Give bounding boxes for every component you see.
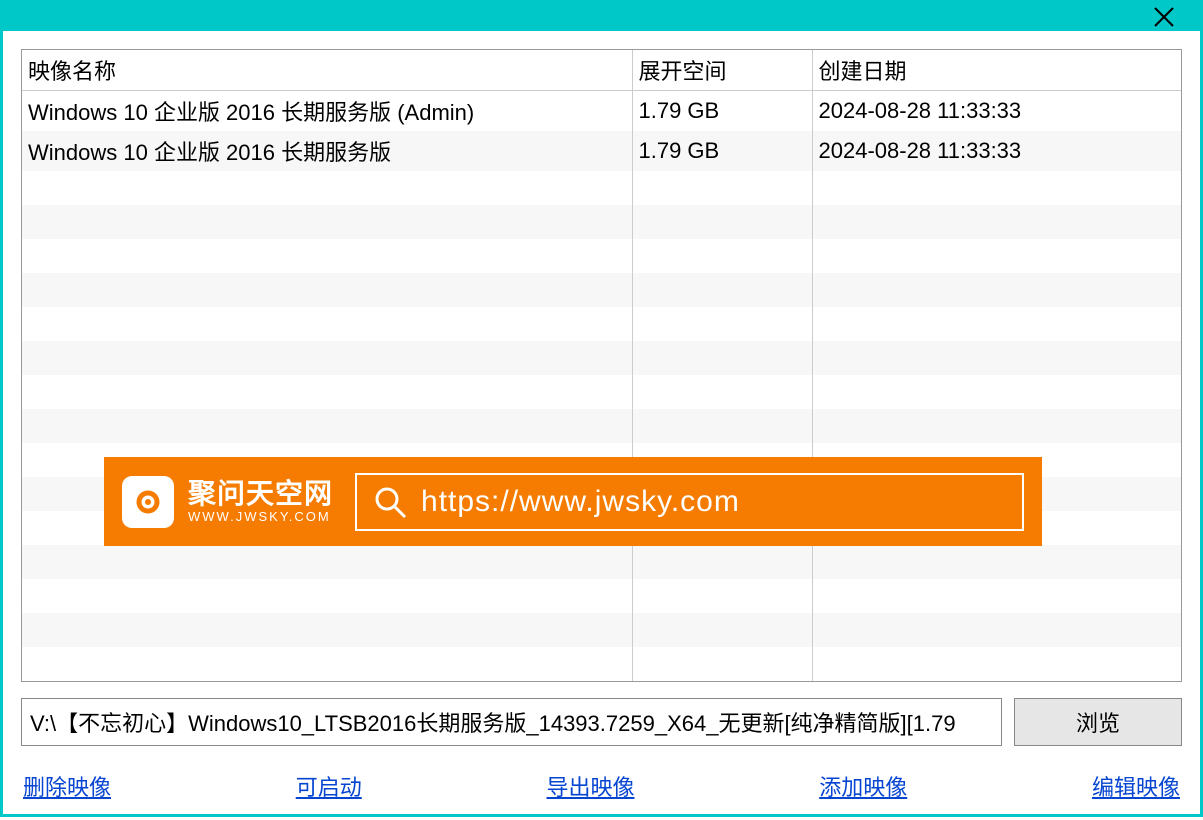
cell-size	[632, 545, 812, 579]
cell-size	[632, 647, 812, 681]
path-row: 浏览	[21, 698, 1182, 746]
edit-image-link[interactable]: 编辑映像	[1092, 770, 1180, 802]
table-row	[22, 647, 1181, 681]
cell-name	[22, 205, 632, 239]
bootable-link[interactable]: 可启动	[296, 770, 362, 802]
browse-button[interactable]: 浏览	[1014, 698, 1182, 746]
cell-date	[812, 613, 1181, 647]
banner-logo-icon	[122, 476, 174, 528]
banner-site-name: 聚问天空网	[188, 479, 333, 510]
cell-size	[632, 375, 812, 409]
table-row	[22, 409, 1181, 443]
banner-text: 聚问天空网 WWW.JWSKY.COM	[188, 479, 333, 524]
cell-name	[22, 273, 632, 307]
cell-date	[812, 273, 1181, 307]
watermark-banner: 聚问天空网 WWW.JWSKY.COM https://www.jwsky.co…	[104, 457, 1042, 546]
cell-name	[22, 341, 632, 375]
close-icon	[1152, 5, 1176, 29]
table-row	[22, 273, 1181, 307]
search-icon	[373, 485, 407, 519]
cell-date: 2024-08-28 11:33:33	[812, 131, 1181, 171]
cell-size: 1.79 GB	[632, 91, 812, 132]
col-header-name[interactable]: 映像名称	[22, 50, 632, 91]
action-links: 删除映像 可启动 导出映像 添加映像 编辑映像	[21, 770, 1182, 802]
table-row	[22, 341, 1181, 375]
image-table[interactable]: 映像名称 展开空间 创建日期 Windows 10 企业版 2016 长期服务版…	[22, 50, 1181, 681]
cell-size	[632, 205, 812, 239]
cell-size	[632, 579, 812, 613]
cell-size	[632, 409, 812, 443]
cell-name	[22, 307, 632, 341]
cell-size	[632, 239, 812, 273]
export-image-link[interactable]: 导出映像	[546, 770, 634, 802]
banner-site-sub: WWW.JWSKY.COM	[188, 510, 333, 524]
path-input[interactable]	[21, 698, 1002, 746]
cell-size	[632, 307, 812, 341]
cell-name	[22, 579, 632, 613]
table-row	[22, 205, 1181, 239]
close-button[interactable]	[1150, 3, 1178, 31]
col-header-size[interactable]: 展开空间	[632, 50, 812, 91]
cell-date	[812, 545, 1181, 579]
delete-image-link[interactable]: 删除映像	[23, 770, 111, 802]
table-row	[22, 613, 1181, 647]
cell-name	[22, 171, 632, 205]
cell-date: 2024-08-28 11:33:33	[812, 91, 1181, 132]
cell-name	[22, 545, 632, 579]
cell-name	[22, 239, 632, 273]
cell-size	[632, 273, 812, 307]
cell-date	[812, 579, 1181, 613]
cell-date	[812, 171, 1181, 205]
cell-size	[632, 171, 812, 205]
table-row	[22, 239, 1181, 273]
banner-url: https://www.jwsky.com	[421, 485, 740, 519]
cell-date	[812, 375, 1181, 409]
cell-name: Windows 10 企业版 2016 长期服务版	[22, 131, 632, 171]
content: 映像名称 展开空间 创建日期 Windows 10 企业版 2016 长期服务版…	[3, 31, 1200, 820]
banner-url-box: https://www.jwsky.com	[355, 473, 1024, 531]
table-row[interactable]: Windows 10 企业版 2016 长期服务版1.79 GB2024-08-…	[22, 131, 1181, 171]
cell-size	[632, 341, 812, 375]
table-row[interactable]: Windows 10 企业版 2016 长期服务版 (Admin)1.79 GB…	[22, 91, 1181, 132]
cell-name	[22, 647, 632, 681]
cell-size	[632, 613, 812, 647]
titlebar	[3, 3, 1200, 31]
cell-name	[22, 375, 632, 409]
table-row	[22, 171, 1181, 205]
image-table-container: 映像名称 展开空间 创建日期 Windows 10 企业版 2016 长期服务版…	[21, 49, 1182, 682]
table-row	[22, 375, 1181, 409]
cell-date	[812, 205, 1181, 239]
add-image-link[interactable]: 添加映像	[819, 770, 907, 802]
cell-size: 1.79 GB	[632, 131, 812, 171]
cell-name	[22, 409, 632, 443]
cell-date	[812, 409, 1181, 443]
cell-name	[22, 613, 632, 647]
table-row	[22, 307, 1181, 341]
cell-date	[812, 307, 1181, 341]
table-header-row: 映像名称 展开空间 创建日期	[22, 50, 1181, 91]
window: 映像名称 展开空间 创建日期 Windows 10 企业版 2016 长期服务版…	[0, 0, 1203, 817]
cell-date	[812, 239, 1181, 273]
cell-date	[812, 341, 1181, 375]
cell-name: Windows 10 企业版 2016 长期服务版 (Admin)	[22, 91, 632, 132]
col-header-date[interactable]: 创建日期	[812, 50, 1181, 91]
table-row	[22, 545, 1181, 579]
table-row	[22, 579, 1181, 613]
cell-date	[812, 647, 1181, 681]
